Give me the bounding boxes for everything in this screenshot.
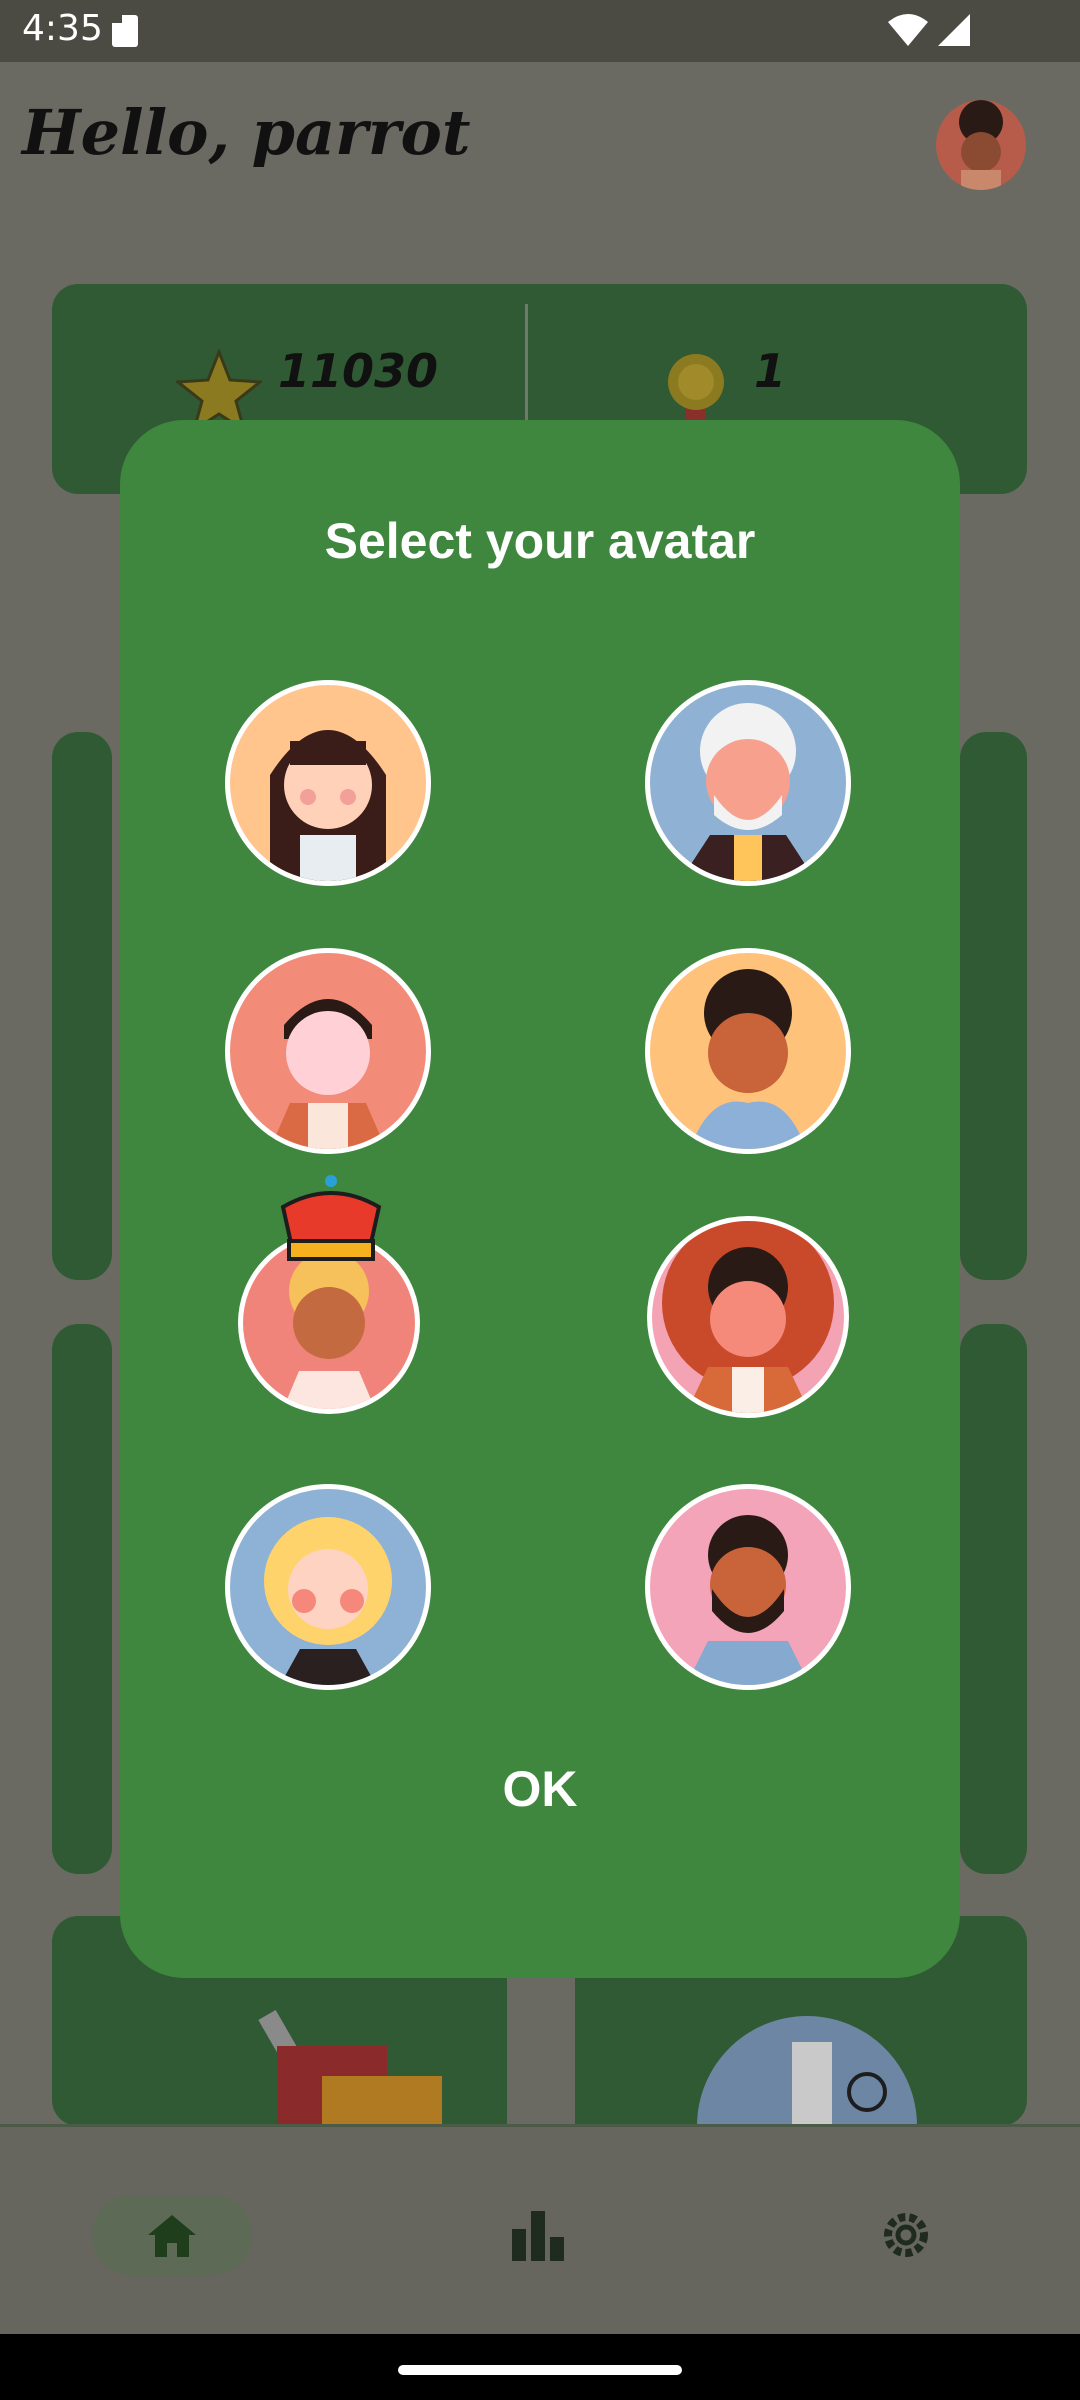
category-card[interactable] [960, 1324, 1027, 1874]
avatar-option[interactable] [225, 948, 431, 1154]
home-gesture-handle[interactable] [398, 2365, 682, 2375]
avatar-option[interactable] [647, 1216, 849, 1418]
greeting-title: Hello, parrot [22, 96, 471, 169]
avatar-option[interactable] [645, 1484, 851, 1690]
leaderboard-icon[interactable] [510, 2209, 566, 2261]
settings-icon[interactable] [878, 2207, 934, 2263]
category-card[interactable] [52, 1324, 112, 1874]
category-card[interactable] [960, 732, 1027, 1280]
ok-button[interactable]: OK [120, 1760, 960, 1818]
status-bar: 4:35 [0, 0, 1080, 62]
dialog-title: Select your avatar [324, 513, 756, 569]
avatar-option[interactable] [645, 948, 851, 1154]
sd-card-icon [112, 15, 138, 47]
category-card[interactable] [52, 732, 112, 1280]
points-value: 11030 [278, 344, 439, 398]
wifi-icon [888, 14, 928, 46]
status-time: 4:35 [22, 8, 103, 49]
cell-signal-icon [938, 14, 970, 46]
avatar-dialog: Select your avatar OK [120, 420, 960, 1978]
medals-value: 1 [754, 344, 787, 398]
avatar-option[interactable] [225, 1484, 431, 1690]
food-drink-icon[interactable] [202, 2006, 452, 2126]
avatar-option[interactable] [645, 680, 851, 886]
home-icon[interactable] [146, 2213, 198, 2259]
bottom-navigation [0, 2124, 1080, 2337]
crown-icon [280, 1175, 382, 1261]
science-icon[interactable] [692, 2012, 922, 2126]
avatar-option[interactable] [225, 680, 431, 886]
medal-icon [668, 354, 724, 430]
profile-avatar[interactable] [936, 100, 1026, 190]
